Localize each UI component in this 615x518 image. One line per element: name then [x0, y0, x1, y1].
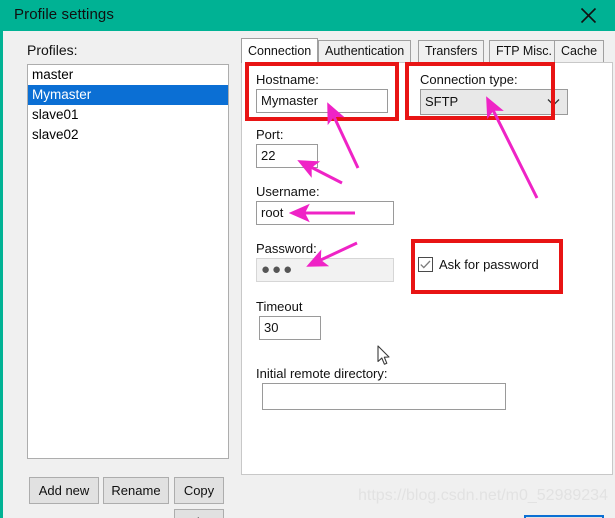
connection-type-dropdown[interactable]: SFTP: [420, 89, 568, 115]
profile-settings-window: Profile settings Profiles: master Mymast…: [0, 0, 615, 518]
initial-remote-directory-input[interactable]: [262, 383, 506, 410]
copy-button[interactable]: Copy: [174, 477, 224, 504]
port-label: Port:: [256, 127, 284, 142]
username-label: Username:: [256, 184, 320, 199]
connection-type-label: Connection type:: [420, 72, 518, 87]
hostname-input[interactable]: Mymaster: [256, 89, 388, 113]
ask-for-password-label: Ask for password: [439, 257, 539, 272]
rename-button[interactable]: Rename: [103, 477, 169, 504]
window-title: Profile settings: [14, 6, 114, 23]
checkbox-box: [418, 257, 433, 272]
timeout-label: Timeout: [256, 299, 303, 314]
ask-for-password-checkbox[interactable]: Ask for password: [418, 257, 539, 272]
tab-authentication[interactable]: Authentication: [318, 40, 412, 62]
port-input[interactable]: 22: [256, 144, 318, 168]
add-new-button[interactable]: Add new: [29, 477, 99, 504]
tab-strip: Connection Authentication Transfers FTP …: [241, 38, 613, 63]
title-bar: Profile settings: [0, 0, 615, 31]
password-input[interactable]: ●●●: [256, 258, 394, 282]
tab-ftp-misc[interactable]: FTP Misc.: [489, 40, 560, 62]
hostname-label: Hostname:: [256, 72, 319, 87]
close-x-icon: [580, 7, 596, 24]
list-item[interactable]: slave01: [28, 105, 228, 125]
tab-transfers[interactable]: Transfers: [418, 40, 485, 62]
tab-cache[interactable]: Cache: [554, 40, 605, 62]
checkmark-icon: [420, 260, 431, 269]
tab-connection[interactable]: Connection: [241, 38, 319, 63]
window-body: Profiles: master Mymaster slave01 slave0…: [0, 31, 615, 518]
profiles-listbox[interactable]: master Mymaster slave01 slave02: [27, 64, 229, 459]
profiles-label: Profiles:: [27, 42, 78, 58]
timeout-input[interactable]: 30: [259, 316, 321, 340]
list-item[interactable]: slave02: [28, 125, 228, 145]
close-window-icon[interactable]: [569, 0, 607, 31]
chevron-down-icon: [547, 90, 560, 114]
list-item[interactable]: Mymaster: [28, 85, 228, 105]
delete-button[interactable]: Delete: [174, 509, 224, 518]
connection-type-value: SFTP: [425, 94, 459, 109]
password-label: Password:: [256, 241, 317, 256]
initial-remote-directory-label: Initial remote directory:: [256, 366, 388, 381]
connection-tab-panel: Hostname: Mymaster Connection type: SFTP…: [241, 62, 613, 475]
password-masked-value: ●●●: [261, 261, 295, 278]
username-input[interactable]: root: [256, 201, 394, 225]
list-item[interactable]: master: [28, 65, 228, 85]
